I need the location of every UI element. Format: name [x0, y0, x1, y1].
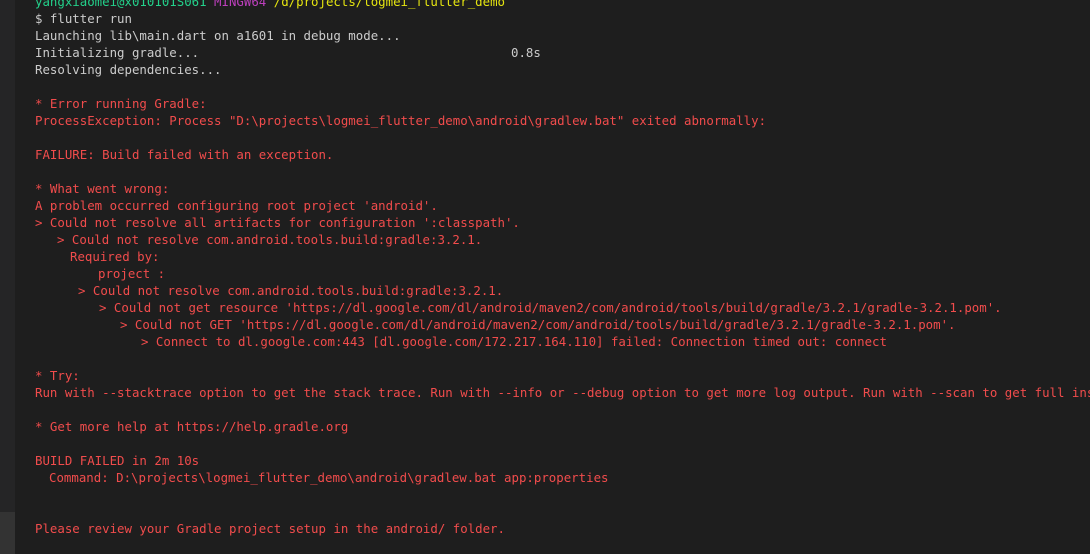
- terminal-panel[interactable]: yangxiaomei@x010101S061 MINGW64 /d/proje…: [0, 0, 1090, 554]
- required-by-line: Required by:: [70, 249, 160, 264]
- launch-line: Launching lib\main.dart on a1601 in debu…: [35, 28, 401, 43]
- try-line: * Try:: [35, 368, 80, 383]
- could-not-get-line: > Could not GET 'https://dl.google.com/d…: [120, 317, 956, 332]
- project-line: project :: [98, 266, 166, 281]
- prompt-path: /d/projects/logmei_flutter_demo: [273, 0, 505, 9]
- command-line: $ flutter run: [35, 11, 132, 26]
- classpath-line: > Could not resolve all artifacts for co…: [35, 215, 520, 230]
- terminal-output: yangxiaomei@x010101S061 MINGW64 /d/proje…: [35, 0, 1090, 537]
- resolve-gradle-line-2: > Could not resolve com.android.tools.bu…: [78, 283, 504, 298]
- init-gradle-line: Initializing gradle... 0.8s: [35, 44, 1090, 61]
- connect-timeout-line: > Connect to dl.google.com:443 [dl.googl…: [141, 334, 887, 349]
- more-help-line: * Get more help at https://help.gradle.o…: [35, 419, 349, 434]
- process-exception-line: ProcessException: Process "D:\projects\l…: [35, 113, 767, 128]
- init-gradle-text: Initializing gradle...: [35, 45, 200, 60]
- terminal-gutter: [0, 0, 15, 554]
- what-wrong-line: * What went wrong:: [35, 181, 170, 196]
- failure-line: FAILURE: Build failed with an exception.: [35, 147, 334, 162]
- error-running-line: * Error running Gradle:: [35, 96, 207, 111]
- prompt-system: MINGW64: [214, 0, 267, 9]
- review-setup-line: Please review your Gradle project setup …: [35, 521, 505, 536]
- prompt-line: yangxiaomei@x010101S061 MINGW64 /d/proje…: [35, 0, 1090, 10]
- gutter-active-marker: [0, 512, 15, 554]
- get-resource-line: > Could not get resource 'https://dl.goo…: [99, 300, 1002, 315]
- resolve-gradle-line: > Could not resolve com.android.tools.bu…: [57, 232, 483, 247]
- resolving-line: Resolving dependencies...: [35, 62, 222, 77]
- init-gradle-time: 0.8s: [511, 45, 541, 60]
- run-with-line: Run with --stacktrace option to get the …: [35, 385, 1090, 400]
- gradle-command-line: Command: D:\projects\logmei_flutter_demo…: [49, 470, 609, 485]
- problem-line: A problem occurred configuring root proj…: [35, 198, 438, 213]
- build-failed-line: BUILD FAILED in 2m 10s: [35, 453, 200, 468]
- prompt-user: yangxiaomei@x010101S061: [35, 0, 207, 9]
